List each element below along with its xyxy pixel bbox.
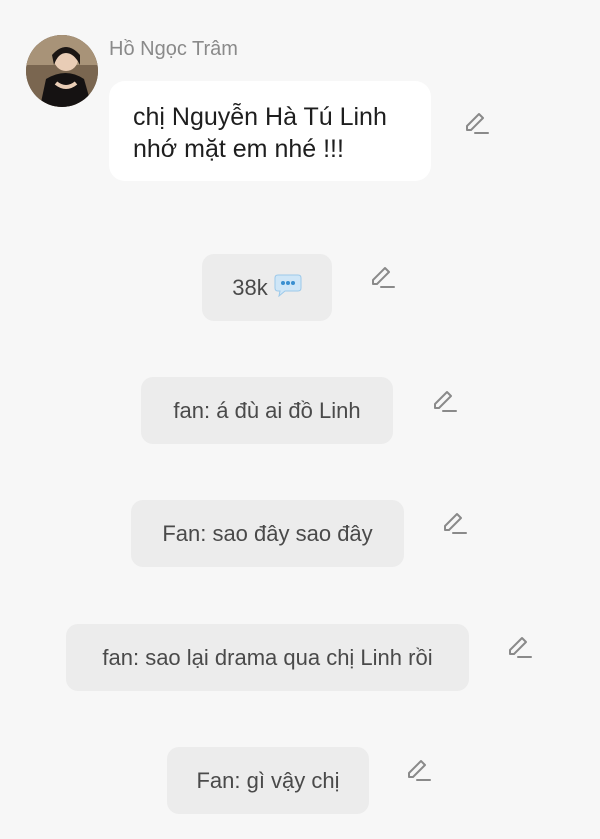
message-line: nhớ mặt em nhé !!! xyxy=(133,135,344,163)
pencil-edit-icon[interactable] xyxy=(369,264,395,290)
avatar[interactable] xyxy=(26,35,98,107)
message-line: chị Nguyễn Hà Tú Linh xyxy=(133,103,387,131)
comment-chip[interactable]: Fan: gì vậy chị xyxy=(167,747,369,814)
comment-text: fan: sao lại drama qua chị Linh rồi xyxy=(102,644,433,670)
comment-text: Fan: sao đây sao đây xyxy=(162,520,373,546)
comment-text: fan: á đù ai đồ Linh xyxy=(173,397,361,423)
pencil-edit-icon[interactable] xyxy=(441,510,467,536)
pencil-edit-icon[interactable] xyxy=(463,110,489,136)
comment-chip[interactable]: Fan: sao đây sao đây xyxy=(131,500,404,567)
sender-name: Hồ Ngọc Trâm xyxy=(109,38,238,60)
avatar-photo xyxy=(26,35,98,107)
reply-count-chip[interactable]: 38k xyxy=(202,254,332,321)
speech-bubble-icon xyxy=(274,273,302,303)
pencil-edit-icon[interactable] xyxy=(431,388,457,414)
comment-text: Fan: gì vậy chị xyxy=(196,767,340,793)
reply-count: 38k xyxy=(232,274,268,300)
message-bubble[interactable]: chị Nguyễn Hà Tú Linh nhớ mặt em nhé !!! xyxy=(109,81,431,181)
pencil-edit-icon[interactable] xyxy=(506,634,532,660)
comment-chip[interactable]: fan: á đù ai đồ Linh xyxy=(141,377,393,444)
pencil-edit-icon[interactable] xyxy=(405,757,431,783)
comment-chip[interactable]: fan: sao lại drama qua chị Linh rồi xyxy=(66,624,469,691)
